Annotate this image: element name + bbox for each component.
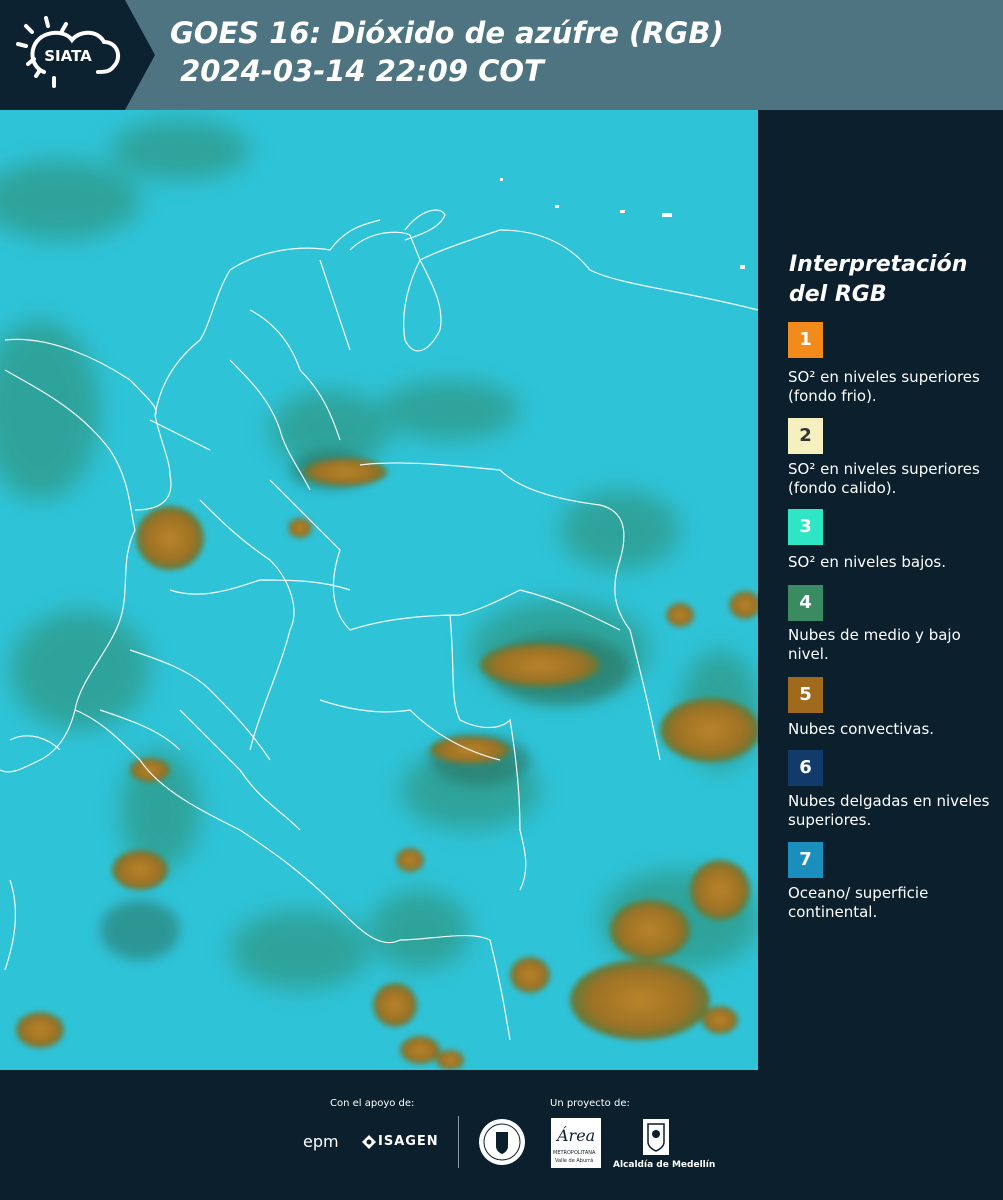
legend-swatch-4: 4: [788, 585, 823, 621]
medellin-seal-icon: [478, 1118, 526, 1166]
legend-swatch-5: 5: [788, 677, 823, 713]
legend-number: 3: [799, 516, 812, 537]
title-line-2: 2024-03-14 22:09 COT: [170, 54, 544, 88]
area-logo-text: Área: [557, 1126, 596, 1145]
legend-swatch-6: 6: [788, 750, 823, 786]
isagen-logo: ISAGEN: [378, 1134, 439, 1149]
alcaldia-shield-icon: [642, 1118, 670, 1156]
epm-logo: epm: [303, 1132, 339, 1151]
footer-divider: [458, 1116, 459, 1168]
legend-number: 5: [799, 684, 812, 705]
legend-item-text: SO² en niveles superiores (fondo frio).: [788, 368, 980, 405]
legend-number: 2: [799, 425, 812, 446]
alcaldia-label: Alcaldía de Medellín: [613, 1160, 716, 1170]
legend-item-text: Nubes de medio y bajo nivel.: [788, 626, 961, 663]
legend-item-text: Oceano/ superficie continental.: [788, 884, 929, 921]
siata-logo: SIATA: [0, 0, 155, 110]
legend-swatch-2: 2: [788, 418, 823, 454]
area-subtext-1: METROPOLITANA: [553, 1150, 596, 1156]
footer: Con el apoyo de: Un proyecto de: epm ISA…: [0, 1070, 1003, 1200]
legend-number: 6: [799, 757, 812, 778]
legend-swatch-1: 1: [788, 322, 823, 358]
legend-panel: Interpretación del RGB 1 SO² en niveles …: [758, 110, 1003, 1070]
title-line-1: GOES 16: Dióxido de azúfre (RGB): [170, 16, 724, 50]
satellite-imagery: [0, 110, 758, 1070]
legend-swatch-7: 7: [788, 842, 823, 878]
isagen-icon: [362, 1134, 376, 1149]
header: SIATA GOES 16: Dióxido de azúfre (RGB) 2…: [0, 0, 1003, 110]
legend-number: 1: [799, 329, 812, 350]
legend-title: Interpretación del RGB: [789, 252, 968, 307]
area-subtext-2: Valle de Aburrá: [555, 1158, 594, 1164]
page-title: GOES 16: Dióxido de azúfre (RGB) 2024-03…: [170, 14, 724, 90]
legend-item-text: Nubes convectivas.: [788, 720, 935, 738]
support-label: Con el apoyo de:: [330, 1098, 415, 1109]
legend-item-text: Nubes delgadas en niveles superiores.: [788, 792, 990, 829]
project-label: Un proyecto de:: [550, 1098, 630, 1109]
legend-item-text: SO² en niveles bajos.: [788, 553, 947, 571]
legend-swatch-3: 3: [788, 509, 823, 545]
satellite-map: [0, 110, 758, 1070]
area-metropolitana-logo: Área METROPOLITANA Valle de Aburrá: [551, 1118, 601, 1168]
legend-number: 7: [799, 849, 812, 870]
sun-cloud-icon: SIATA: [16, 16, 121, 88]
legend-item-text: SO² en niveles superiores (fondo calido)…: [788, 460, 980, 497]
logo-text: SIATA: [44, 47, 92, 65]
legend-number: 4: [799, 592, 812, 613]
